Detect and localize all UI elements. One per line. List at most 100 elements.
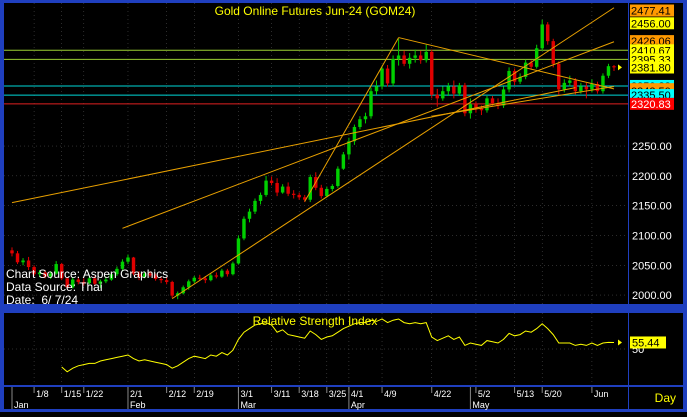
candle-body [452, 86, 456, 94]
y-tick-label: 2100.00 [632, 230, 672, 242]
month-label: Mar [240, 400, 256, 410]
candle-body [446, 86, 451, 92]
chart-title: Gold Online Futures Jun-24 (GOM24) [215, 4, 416, 18]
date-text: Date: 6/ 7/24 [6, 293, 79, 307]
price-tag-label: 2320.83 [631, 99, 671, 111]
candle-body [319, 187, 323, 197]
candle-body [584, 86, 589, 90]
candle-body [280, 186, 285, 193]
price-tag-label: 2381.80 [631, 62, 671, 74]
candle-body [21, 260, 25, 263]
candle-body [330, 185, 335, 189]
y-tick-label: 2050.00 [632, 260, 672, 272]
x-tick-label: Jun [594, 389, 609, 399]
candle-body [402, 55, 406, 64]
candle-body [562, 82, 567, 90]
candle-body [214, 275, 219, 277]
candle-body [413, 55, 417, 58]
chart-window: 2000.00 2050.00 2100.00 2150.00 2200.00 2250.… [0, 0, 687, 412]
candle-body [220, 270, 224, 277]
x-tick-label: 4/22 [434, 389, 452, 399]
candle-body [231, 263, 235, 275]
candle-body [352, 126, 357, 142]
candle-body [557, 63, 561, 90]
price-plot-area [4, 3, 628, 304]
candle-body [573, 80, 578, 92]
x-axis-label: Day [655, 391, 676, 405]
candle-body [297, 194, 301, 198]
candle-body [264, 180, 268, 195]
x-tick-label: 4/9 [384, 389, 397, 399]
candle-body [457, 85, 462, 94]
candle-body [15, 253, 20, 263]
candle-body [606, 66, 611, 76]
candle-body [308, 177, 312, 200]
candle-body [485, 98, 489, 111]
candle-body [441, 91, 445, 99]
candle-body [579, 86, 583, 92]
candle-body [374, 86, 379, 92]
candle-body [291, 193, 296, 195]
candle-body [363, 116, 368, 120]
candle-body [325, 188, 329, 197]
x-tick-label: 2/12 [169, 389, 187, 399]
candle-body [430, 51, 434, 95]
candle-body [269, 180, 274, 184]
candle-body [507, 70, 511, 90]
candle-body [358, 119, 362, 127]
x-tick-label: 2/19 [196, 389, 214, 399]
candle-body [203, 278, 208, 281]
candle-body [540, 24, 544, 49]
candle-body [170, 281, 174, 296]
candle-body [391, 59, 395, 84]
candle-body [424, 51, 428, 61]
month-label: Jan [14, 400, 29, 410]
candle-body [10, 250, 14, 254]
x-tick-label: 3/18 [301, 389, 319, 399]
x-tick-label: 3/11 [274, 389, 291, 399]
month-label: May [472, 400, 490, 410]
y-tick-label: 2150.00 [632, 201, 672, 213]
candle-body [396, 55, 401, 60]
candle-body [336, 168, 340, 186]
candle-body [490, 98, 495, 104]
y-tick-label: 2250.00 [632, 141, 672, 153]
candle-body [247, 211, 252, 219]
month-label: Feb [130, 400, 146, 410]
candle-body [501, 89, 506, 106]
candle-body [253, 200, 257, 212]
price-tag-label: 2456.00 [631, 18, 671, 30]
candle-body [209, 275, 213, 281]
rsi-title: Relative Strength Index [253, 314, 378, 328]
x-tick-label: 4/1 [351, 389, 364, 399]
y-tick-label: 2000.00 [632, 290, 672, 302]
chart-source-text: Chart Source: Aspen Graphics [6, 267, 169, 281]
chart-canvas: 2000.00 2050.00 2100.00 2150.00 2200.00 2250.… [0, 0, 687, 412]
rsi-value-label: 55.44 [632, 337, 660, 349]
candle-body [126, 257, 130, 262]
candle-body [435, 94, 439, 99]
candle-body [286, 186, 290, 194]
x-tick-label: 1/22 [86, 389, 104, 399]
x-tick-label: 2/1 [130, 389, 143, 399]
x-tick-label: 3/1 [240, 389, 253, 399]
candle-body [546, 24, 550, 42]
x-tick-label: 1/8 [36, 389, 49, 399]
candle-body [236, 238, 241, 264]
y-tick-label: 2200.00 [632, 171, 672, 183]
candle-body [612, 66, 616, 68]
candle-body [418, 55, 423, 61]
x-tick-label: 5/20 [544, 389, 562, 399]
data-source-text: Data Source: Thai [6, 280, 103, 294]
candle-body [225, 270, 230, 275]
candle-body [385, 68, 390, 84]
candle-body [198, 277, 202, 279]
candle-body [568, 80, 572, 83]
candle-body [369, 91, 373, 117]
candle-body [380, 68, 384, 87]
x-tick-label: 5/2 [478, 389, 491, 399]
candle-body [407, 57, 412, 64]
x-tick-label: 1/15 [64, 389, 82, 399]
candle-body [341, 154, 346, 169]
month-label: Apr [351, 400, 365, 410]
